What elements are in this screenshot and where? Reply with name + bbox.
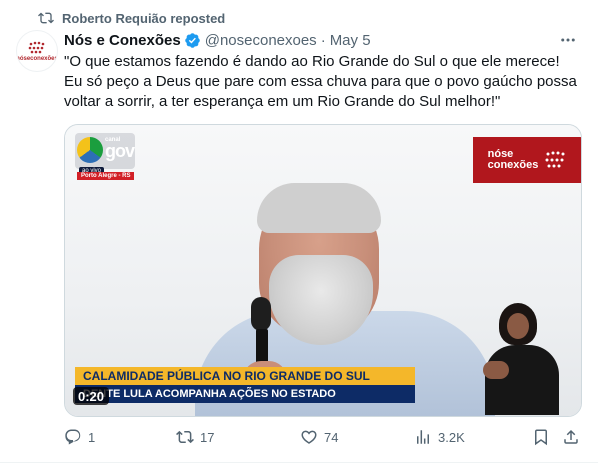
more-options-button[interactable]: [558, 30, 578, 50]
reply-count: 1: [88, 429, 96, 445]
avatar-logo-icon: [28, 41, 45, 53]
location-tag: Porto Alegre - RS: [77, 172, 135, 180]
video-timer: 0:20: [73, 387, 110, 405]
separator-dot: ·: [320, 31, 326, 49]
share-icon: [564, 429, 578, 444]
gov-circle-icon: [77, 137, 103, 163]
views-chart-icon: [417, 430, 429, 444]
display-name[interactable]: Nós e Conexões: [64, 32, 181, 49]
action-bar: 1 17 74 3.2K: [64, 426, 580, 448]
user-handle[interactable]: @noseconexoes: [205, 32, 317, 49]
bookmark-button[interactable]: [532, 426, 550, 448]
brand-watermark: nóse conexões: [473, 137, 581, 183]
tweet-header: Nós e Conexões @noseconexoes · May 5: [64, 30, 582, 50]
reply-icon: [65, 429, 81, 445]
views-button[interactable]: 3.2K: [414, 426, 465, 448]
tweet-text: "O que estamos fazendo é dando ao Rio Gr…: [64, 52, 584, 112]
lower-third-subtitle: DENTE LULA ACOMPANHA AÇÕES NO ESTADO: [75, 385, 415, 403]
interpreter-body: [485, 345, 559, 415]
microphone-icon: [251, 297, 271, 331]
view-count: 3.2K: [438, 429, 465, 445]
repost-count: 17: [200, 429, 215, 445]
sign-language-interpreter: [483, 301, 563, 415]
avatar[interactable]: nóseconexões: [16, 30, 58, 72]
bookmark-icon: [535, 429, 547, 446]
avatar-text: nóseconexões: [16, 55, 58, 62]
lower-third-title: CALAMIDADE PÚBLICA NO RIO GRANDE DO SUL: [75, 367, 415, 385]
tweet-text-line: "O que estamos fazendo é dando ao Rio Gr…: [64, 53, 560, 70]
gov-label: gov: [105, 141, 135, 161]
post-date[interactable]: May 5: [330, 32, 371, 49]
video-player[interactable]: canal gov ao vivo Porto Alegre - RS nóse…: [64, 124, 582, 417]
like-button[interactable]: 74: [300, 426, 338, 448]
speaker-hair: [257, 183, 381, 233]
reply-button[interactable]: 1: [64, 426, 95, 448]
brand-line-2: conexões: [487, 159, 539, 171]
repost-indicator[interactable]: Roberto Requião reposted: [38, 10, 225, 26]
more-icon: [561, 38, 575, 42]
repost-text: Roberto Requião reposted: [62, 10, 226, 26]
interpreter-hand: [483, 361, 509, 379]
repost-icon: [38, 12, 54, 24]
heart-icon: [301, 430, 317, 444]
like-count: 74: [324, 429, 339, 445]
repost-icon: [176, 430, 194, 444]
verified-badge-icon[interactable]: [184, 32, 201, 49]
repost-button[interactable]: 17: [176, 426, 214, 448]
tweet-text-line: voltar a sorrir, a ter esperança em um R…: [64, 93, 501, 110]
tweet-text-line: Eu só peço a Deus que pare com essa chuv…: [64, 73, 577, 90]
share-button[interactable]: [562, 426, 580, 448]
interpreter-face: [507, 313, 529, 339]
brand-dots-icon: [545, 151, 565, 168]
